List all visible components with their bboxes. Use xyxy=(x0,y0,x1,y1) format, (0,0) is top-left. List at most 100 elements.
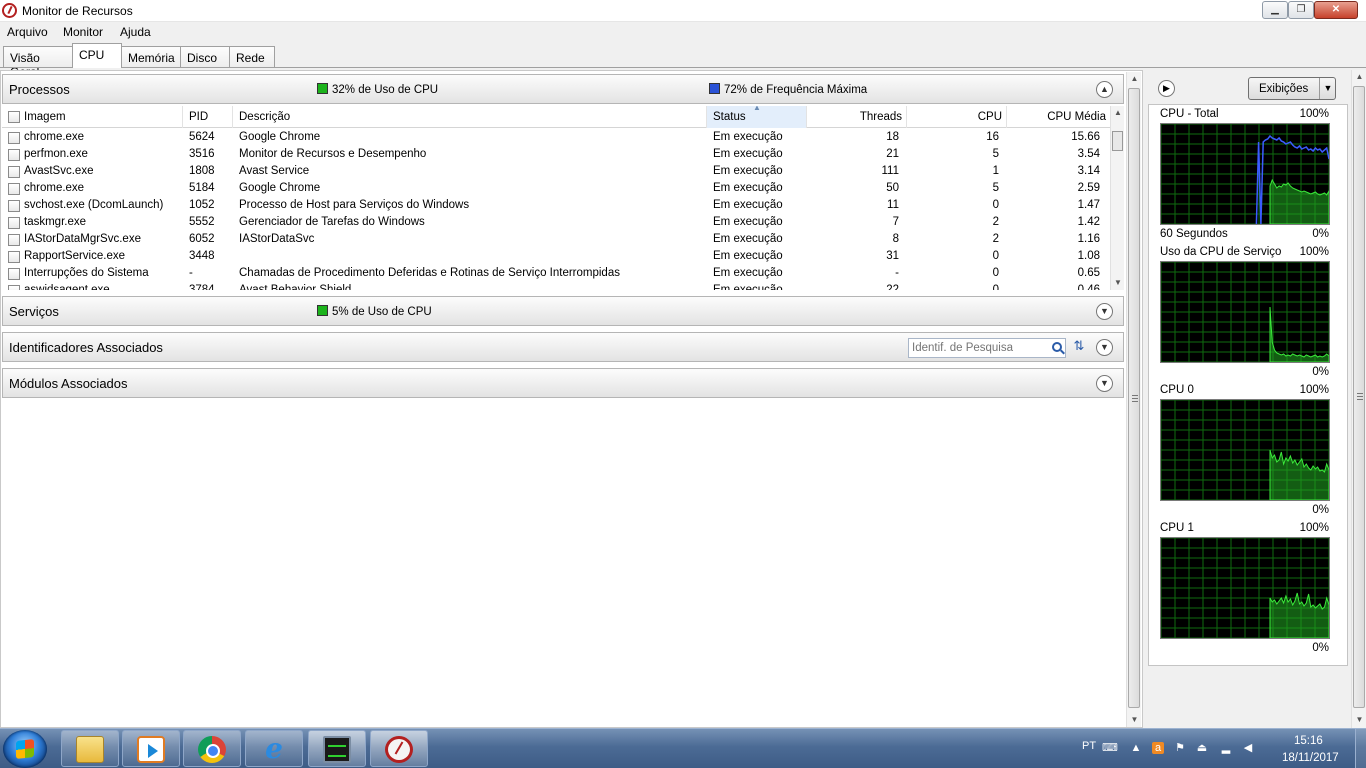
services-cpu-stat: 5% de Uso de CPU xyxy=(317,305,432,318)
col-descricao[interactable]: Descrição xyxy=(233,106,707,128)
taskbar-chrome[interactable] xyxy=(183,730,241,767)
scroll-down-icon[interactable]: ▼ xyxy=(1127,715,1142,724)
refresh-icon[interactable]: ⇅ xyxy=(1070,338,1088,358)
system-tray: PT ⌨ ▲ a ⚑ ⏏ ▂ ◀ 15:16 18/11/2017 xyxy=(1076,729,1366,768)
taskbar-ie[interactable]: e xyxy=(245,730,303,767)
modules-header[interactable]: Módulos Associados ▼ xyxy=(2,368,1124,398)
scroll-down-icon[interactable]: ▼ xyxy=(1111,278,1124,287)
col-status[interactable]: ▲ Status xyxy=(707,106,807,128)
cell-desc: Avast Service xyxy=(239,165,310,177)
chevron-up-icon[interactable]: ▲ xyxy=(1096,81,1113,98)
select-all-checkbox[interactable] xyxy=(8,111,20,123)
table-row[interactable]: RapportService.exe 3448 Em execução 31 0 1.08 xyxy=(2,248,1110,265)
tab-cpu[interactable]: CPU xyxy=(72,43,122,68)
row-checkbox[interactable] xyxy=(8,149,20,161)
row-checkbox[interactable] xyxy=(8,132,20,144)
services-header[interactable]: Serviços 5% de Uso de CPU ▼ xyxy=(2,296,1124,326)
row-checkbox[interactable] xyxy=(8,234,20,246)
col-cpu[interactable]: CPU xyxy=(907,106,1007,128)
cell-avg: 0.65 xyxy=(1077,267,1100,279)
row-checkbox[interactable] xyxy=(8,200,20,212)
cell-avg: 3.54 xyxy=(1077,148,1100,160)
table-row[interactable]: IAStorDataMgrSvc.exe 6052 IAStorDataSvc Em … xyxy=(2,231,1110,248)
col-imagem[interactable]: Imagem xyxy=(2,106,183,128)
action-center-flag-icon[interactable]: ⚑ xyxy=(1174,742,1186,754)
network-signal-icon[interactable]: ▂ xyxy=(1220,742,1232,754)
table-row[interactable]: Interrupções do Sistema - Chamadas de Proc… xyxy=(2,265,1110,282)
table-row[interactable]: aswidsagent.exe 3784 Avast Behavior Shield… xyxy=(2,282,1110,290)
table-row[interactable]: AvastSvc.exe 1808 Avast Service Em execução… xyxy=(2,163,1110,180)
start-button[interactable] xyxy=(3,730,47,768)
search-input[interactable] xyxy=(909,339,1044,357)
cell-threads: 18 xyxy=(886,131,899,143)
show-desktop-button[interactable] xyxy=(1355,729,1366,768)
table-row[interactable]: chrome.exe 5184 Google Chrome Em execução 50… xyxy=(2,180,1110,197)
graphs-scrollbar[interactable]: ▲ ▼ xyxy=(1351,70,1366,728)
scroll-thumb[interactable] xyxy=(1128,88,1140,708)
chevron-down-icon[interactable]: ▼ xyxy=(1096,375,1113,392)
table-row[interactable]: perfmon.exe 3516 Monitor de Recursos e Des… xyxy=(2,146,1110,163)
close-button[interactable]: ✕ xyxy=(1314,1,1358,19)
chevron-right-icon[interactable]: ▶ xyxy=(1158,80,1175,97)
row-checkbox[interactable] xyxy=(8,285,20,290)
cell-image: perfmon.exe xyxy=(24,148,88,160)
menu-bar: Arquivo Monitor Ajuda xyxy=(0,22,1366,42)
row-checkbox[interactable] xyxy=(8,268,20,280)
views-button[interactable]: Exibições ▼ xyxy=(1248,77,1336,100)
graph-title: Uso da CPU de Serviço xyxy=(1160,246,1282,258)
search-icon[interactable] xyxy=(1052,342,1062,352)
dropdown-arrow-icon[interactable]: ▼ xyxy=(1319,78,1336,99)
scroll-down-icon[interactable]: ▼ xyxy=(1352,715,1366,724)
row-checkbox[interactable] xyxy=(8,183,20,195)
taskbar-explorer[interactable] xyxy=(61,730,119,767)
cell-image: AvastSvc.exe xyxy=(24,165,94,177)
menu-arquivo[interactable]: Arquivo xyxy=(7,25,48,39)
tab-rede[interactable]: Rede xyxy=(229,46,275,68)
cell-pid: 1808 xyxy=(189,165,215,177)
row-checkbox[interactable] xyxy=(8,251,20,263)
blue-square-icon xyxy=(709,83,720,94)
keyboard-icon[interactable]: ⌨ xyxy=(1102,742,1118,754)
row-checkbox[interactable] xyxy=(8,217,20,229)
cell-desc: Chamadas de Procedimento Deferidas e Rot… xyxy=(239,267,620,279)
language-indicator[interactable]: PT xyxy=(1082,740,1096,752)
scroll-up-icon[interactable]: ▲ xyxy=(1352,72,1366,81)
row-checkbox[interactable] xyxy=(8,166,20,178)
chevron-down-icon[interactable]: ▼ xyxy=(1096,303,1113,320)
show-hidden-icons-icon[interactable]: ▲ xyxy=(1130,742,1142,754)
scroll-thumb[interactable] xyxy=(1112,131,1123,151)
volume-icon[interactable]: ◀ xyxy=(1242,742,1254,754)
table-row[interactable]: chrome.exe 5624 Google Chrome Em execução 18… xyxy=(2,129,1110,146)
title-bar: Monitor de Recursos ▁ ❐ ✕ xyxy=(0,0,1366,22)
col-threads[interactable]: Threads xyxy=(807,106,907,128)
tab-memoria[interactable]: Memória xyxy=(121,46,181,68)
clock-time[interactable]: 15:16 xyxy=(1294,735,1323,747)
processes-scrollbar[interactable]: ▲ ▼ xyxy=(1110,106,1124,290)
cell-pid: 6052 xyxy=(189,233,215,245)
col-cpu-media[interactable]: CPU Média xyxy=(1007,106,1110,128)
menu-monitor[interactable]: Monitor xyxy=(63,25,103,39)
taskbar-perfmon[interactable] xyxy=(308,730,366,767)
taskbar-media-player[interactable] xyxy=(122,730,180,767)
main-scrollbar[interactable]: ▲ ▼ xyxy=(1126,72,1141,727)
internet-explorer-icon: e xyxy=(265,732,283,765)
taskbar-resource-monitor[interactable] xyxy=(370,730,428,767)
safely-remove-hardware-icon[interactable]: ⏏ xyxy=(1196,742,1208,754)
table-row[interactable]: taskmgr.exe 5552 Gerenciador de Tarefas do… xyxy=(2,214,1110,231)
clock-date[interactable]: 18/11/2017 xyxy=(1282,752,1339,764)
chevron-down-icon[interactable]: ▼ xyxy=(1096,339,1113,356)
avast-icon[interactable]: a xyxy=(1152,742,1164,754)
processes-header[interactable]: Processos 32% de Uso de CPU 72% de Frequ… xyxy=(2,74,1124,104)
maximize-button[interactable]: ❐ xyxy=(1288,1,1314,19)
menu-ajuda[interactable]: Ajuda xyxy=(120,25,151,39)
cell-avg: 1.47 xyxy=(1077,199,1100,211)
minimize-button[interactable]: ▁ xyxy=(1262,1,1288,19)
handles-header[interactable]: Identificadores Associados ⇅ ▼ xyxy=(2,332,1124,362)
scroll-up-icon[interactable]: ▲ xyxy=(1127,74,1142,83)
scroll-thumb[interactable] xyxy=(1353,86,1365,708)
scroll-up-icon[interactable]: ▲ xyxy=(1111,108,1124,117)
tab-disco[interactable]: Disco xyxy=(180,46,230,68)
table-row[interactable]: svchost.exe (DcomLaunch) 1052 Processo de … xyxy=(2,197,1110,214)
col-pid[interactable]: PID xyxy=(183,106,233,128)
tab-visao-geral[interactable]: Visão Geral xyxy=(3,46,73,79)
